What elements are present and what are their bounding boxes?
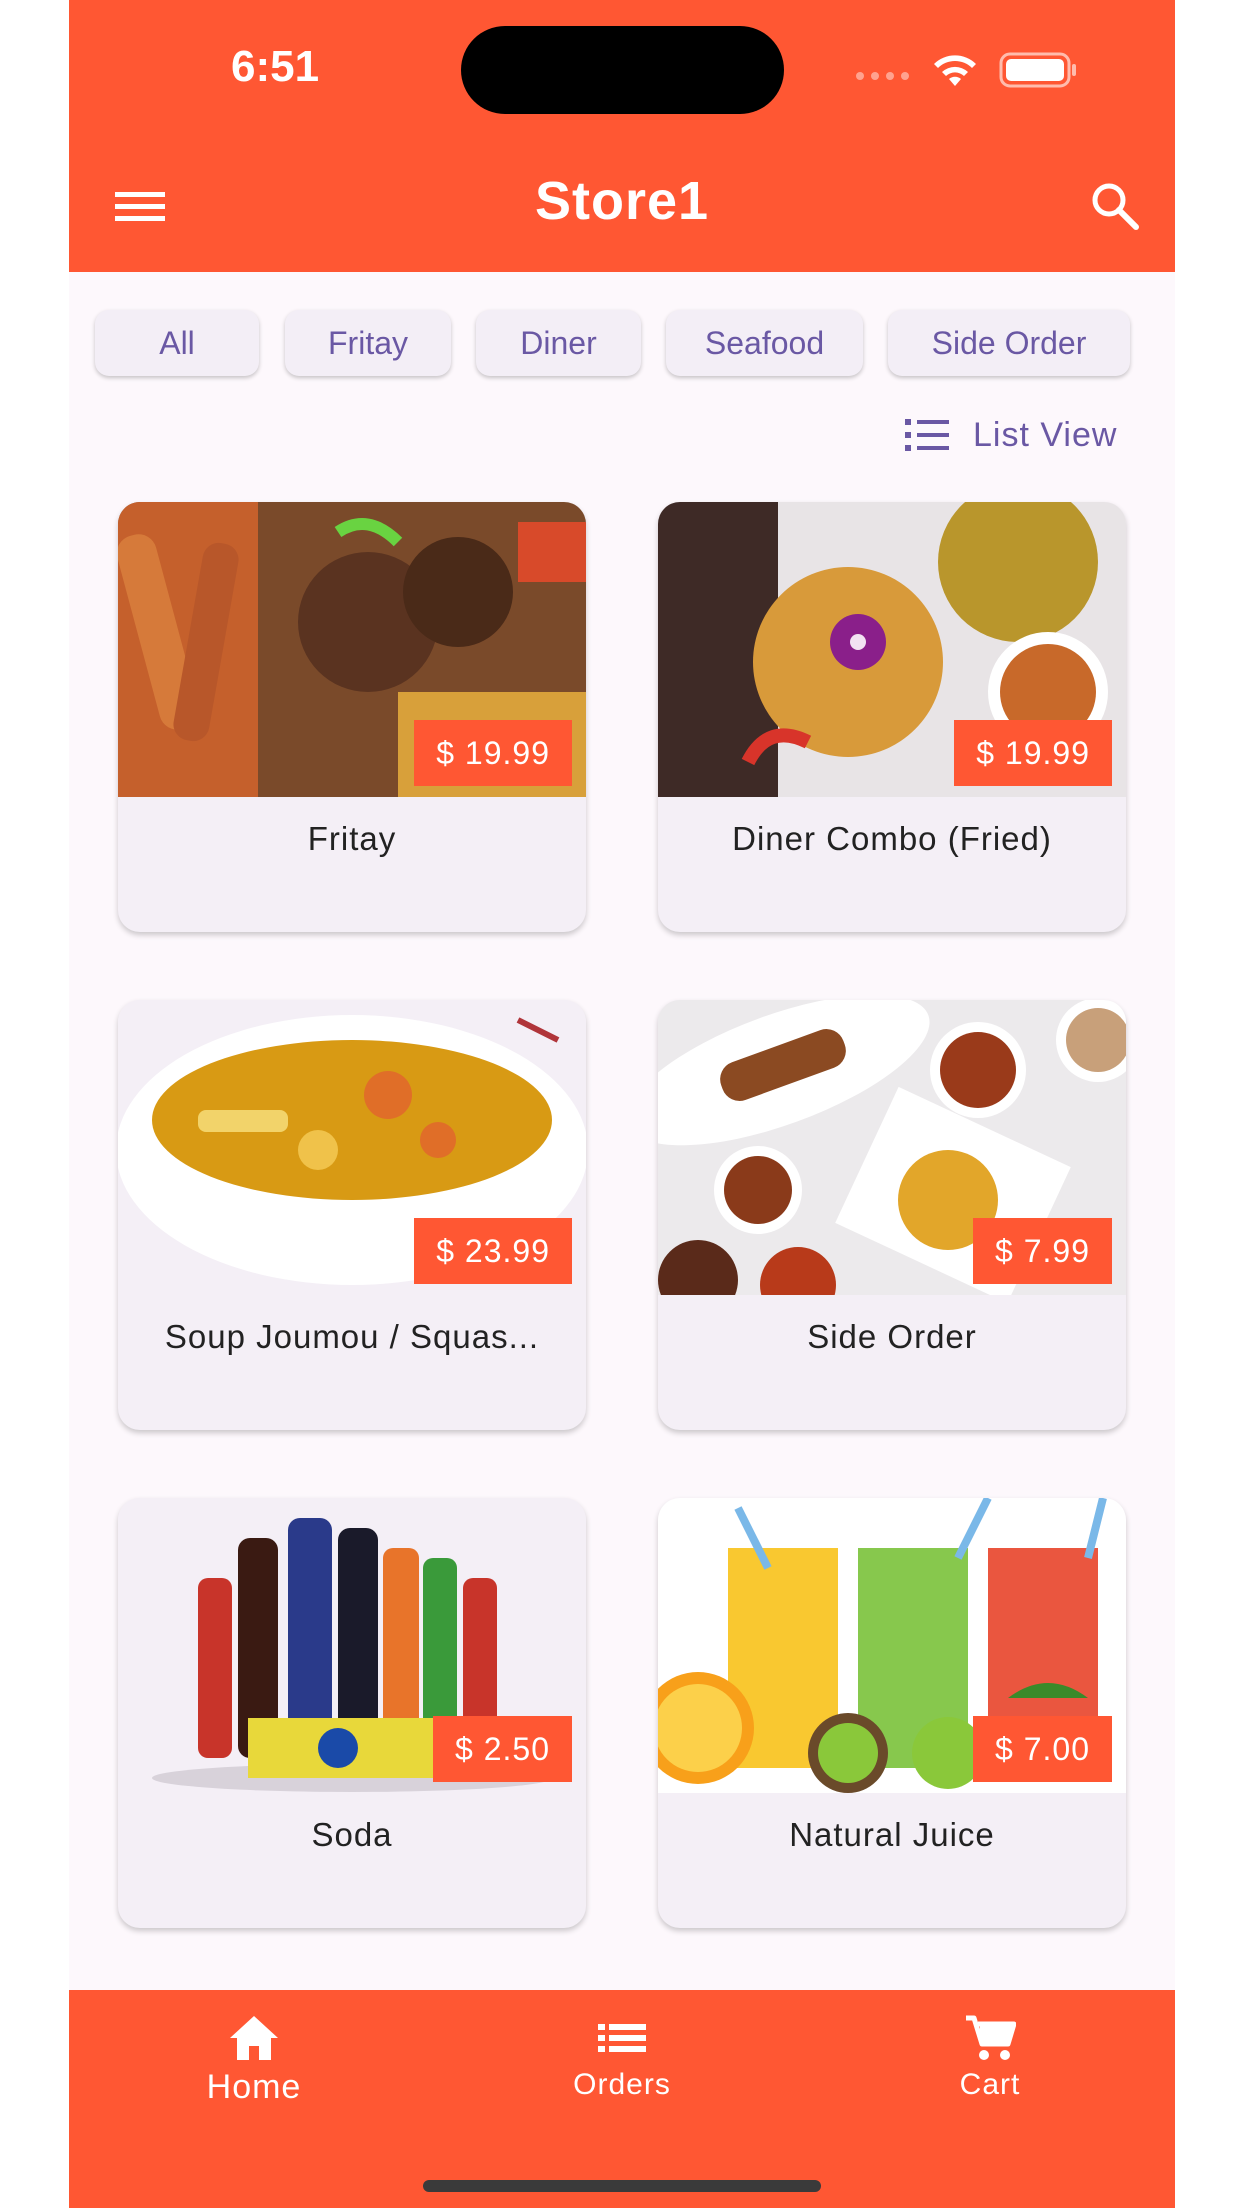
price-badge: $ 19.99 (954, 720, 1112, 786)
product-card-soup-joumou[interactable]: $ 23.99 Soup Joumou / Squas... (118, 1000, 586, 1430)
chip-side-order[interactable]: Side Order (888, 310, 1130, 376)
product-card-soda[interactable]: $ 2.50 Soda (118, 1498, 586, 1928)
product-name: Side Order (807, 1318, 977, 1355)
page-title: Store1 (534, 171, 710, 231)
bottom-navigation: Home Orders Cart (69, 1990, 1175, 2208)
app-bar: 6:51 Store1 (69, 0, 1175, 272)
product-card-natural-juice[interactable]: $ 7.00 Natural Juice (658, 1498, 1126, 1928)
status-time: 6:51 (231, 42, 320, 91)
product-name: Natural Juice (789, 1816, 995, 1853)
list-view-toggle[interactable]: List View (905, 410, 1117, 460)
nav-orders-label: Orders (573, 2068, 671, 2101)
list-icon (905, 419, 949, 451)
nav-cart[interactable]: Cart (870, 2014, 1110, 2102)
app-screen: 6:51 Store1 All Fritay Diner Seafood Sid… (69, 0, 1175, 2208)
list-icon (598, 2024, 646, 2052)
price-badge: $ 2.50 (433, 1716, 572, 1782)
chip-seafood[interactable]: Seafood (666, 310, 863, 376)
nav-cart-label: Cart (959, 2068, 1021, 2101)
signal-icon (856, 72, 909, 80)
price-badge: $ 7.00 (973, 1716, 1112, 1782)
battery-icon (999, 52, 1076, 88)
price-badge: $ 7.99 (973, 1218, 1112, 1284)
wifi-icon (934, 55, 976, 86)
product-card-diner-combo[interactable]: $ 19.99 Diner Combo (Fried) (658, 502, 1126, 932)
product-name: Fritay (307, 820, 397, 857)
product-name: Diner Combo (Fried) (732, 820, 1052, 857)
nav-home[interactable]: Home (134, 2014, 374, 2107)
chip-all[interactable]: All (95, 310, 259, 376)
list-view-label: List View (973, 415, 1118, 454)
nav-orders[interactable]: Orders (502, 2014, 742, 2102)
dynamic-island (461, 26, 784, 114)
chip-diner[interactable]: Diner (476, 310, 641, 376)
product-name: Soda (311, 1816, 393, 1853)
product-card-fritay[interactable]: $ 19.99 Fritay (118, 502, 586, 932)
cart-icon (966, 2015, 1016, 2060)
chip-fritay[interactable]: Fritay (285, 310, 451, 376)
nav-home-label: Home (206, 2068, 302, 2106)
search-icon[interactable] (1089, 180, 1141, 232)
home-indicator (423, 2180, 821, 2192)
price-badge: $ 23.99 (414, 1218, 572, 1284)
product-name: Soup Joumou / Squas... (164, 1318, 540, 1355)
price-badge: $ 19.99 (414, 720, 572, 786)
home-icon (230, 2016, 278, 2060)
product-card-side-order[interactable]: $ 7.99 Side Order (658, 1000, 1126, 1430)
